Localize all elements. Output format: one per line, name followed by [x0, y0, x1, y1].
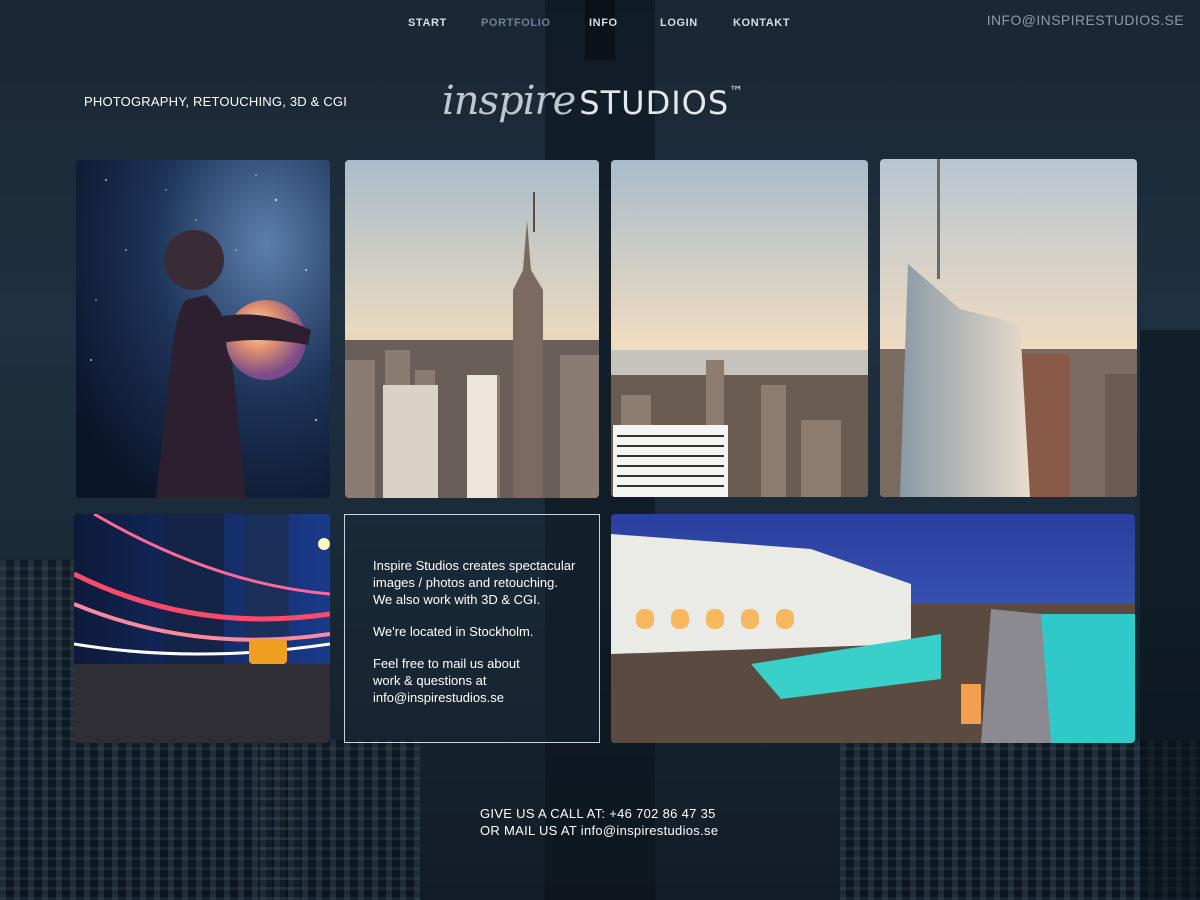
gallery-tile-empire-state[interactable] — [345, 160, 599, 498]
nav-login[interactable]: LOGIN — [660, 17, 698, 29]
info-box: Inspire Studios creates spectacular imag… — [344, 514, 600, 743]
gallery-tile-river-view[interactable] — [611, 160, 868, 497]
gallery-tile-light-trails[interactable] — [74, 514, 330, 743]
footer-phone: GIVE US A CALL AT: +46 702 86 47 35 — [480, 806, 716, 821]
nav-kontakt[interactable]: KONTAKT — [733, 17, 790, 29]
gallery-tile-hotel-pool[interactable] — [611, 514, 1135, 743]
gallery-tile-glass-tower[interactable] — [880, 159, 1137, 497]
logo-wordmark: STUDIOS™ — [579, 84, 745, 122]
nav-start[interactable]: START — [408, 17, 447, 29]
info-paragraph-3: Feel free to mail us about work & questi… — [373, 656, 520, 705]
nav-info[interactable]: INFO — [589, 17, 618, 29]
logo-script: inspire — [442, 78, 576, 124]
footer-contact: GIVE US A CALL AT: +46 702 86 47 35 OR M… — [480, 805, 718, 839]
info-paragraph-2: We're located in Stockholm. — [373, 624, 534, 639]
gallery-tile-girl-orb[interactable] — [76, 160, 330, 498]
nav-portfolio[interactable]: PORTFOLIO — [481, 17, 551, 29]
footer-email[interactable]: OR MAIL US AT info@inspirestudios.se — [480, 822, 718, 839]
logo[interactable]: inspire STUDIOS™ — [442, 78, 744, 128]
header-email-link[interactable]: INFO@INSPIRESTUDIOS.SE — [987, 12, 1184, 28]
tagline: PHOTOGRAPHY, RETOUCHING, 3D & CGI — [84, 94, 348, 109]
info-paragraph-1: Inspire Studios creates spectacular imag… — [373, 558, 576, 607]
